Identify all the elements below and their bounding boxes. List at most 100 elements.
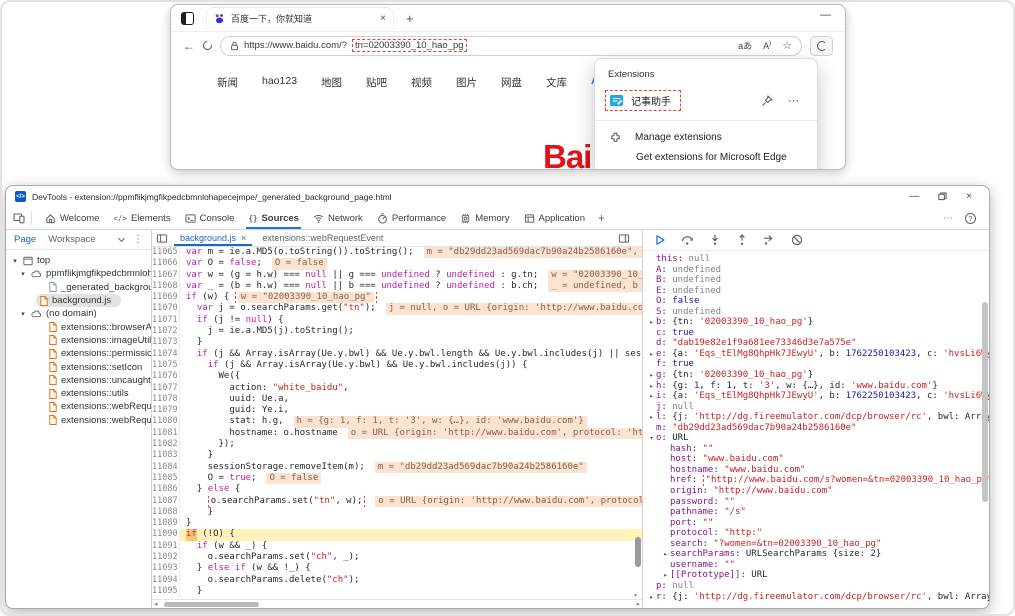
expand-icon[interactable]: ▸ [647, 412, 656, 423]
scrollbar-thumb[interactable] [164, 602, 259, 607]
expand-icon[interactable]: ▸ [661, 570, 670, 581]
tree-item-extensions-imageUtil[interactable]: extensions::imageUtil [6, 334, 151, 347]
line-number[interactable]: 11065 [152, 247, 180, 258]
nav-link-贴吧[interactable]: 贴吧 [366, 75, 387, 90]
scope-row-b[interactable]: ▸b: {tn: '02003390_10_hao_pg'} [643, 317, 989, 328]
scope-row-A[interactable]: A: undefined [643, 265, 989, 276]
line-number[interactable]: 11069 [152, 292, 180, 303]
scope-row-g[interactable]: ▸g: {tn: '02003390_10_hao_pg'} [643, 370, 989, 381]
browser-minimize-button[interactable]: — [820, 9, 831, 21]
scope-row-href[interactable]: href: "http://www.baidu.com/s?women=&tn=… [643, 475, 989, 486]
line-number[interactable]: 11086 [152, 484, 180, 495]
tree-expand-icon[interactable]: ▾ [19, 310, 27, 318]
line-number[interactable]: 11078 [152, 394, 180, 405]
scope-row-i[interactable]: ▸i: {a: 'Eqs_tElMg8QhpHk7JEwyU', b: 1762… [643, 391, 989, 402]
scope-row-l[interactable]: ▸l: {j: 'http://dg.fireemulator.com/dcp/… [643, 412, 989, 423]
line-number[interactable]: 11093 [152, 563, 180, 574]
scope-row-hostname[interactable]: hostname: "www.baidu.com" [643, 465, 989, 476]
tree-expand-icon[interactable]: ▾ [11, 257, 19, 265]
line-number[interactable]: 11079 [152, 405, 180, 416]
scope-row-E[interactable]: E: undefined [643, 286, 989, 297]
deactivate-breakpoints-icon[interactable] [791, 234, 803, 246]
url-field[interactable]: https://www.baidu.com/? tn=02003390_10_h… [220, 36, 802, 56]
expand-icon[interactable]: ▸ [661, 549, 670, 560]
line-number[interactable]: 11080 [152, 416, 180, 427]
more-tabs-button[interactable]: + [592, 211, 611, 225]
expand-icon[interactable]: ▸ [647, 592, 656, 603]
line-number[interactable]: 11073 [152, 337, 180, 348]
tree-item-background-js[interactable]: background.js [36, 294, 121, 307]
line-number[interactable]: 11066 [152, 258, 180, 269]
scope-row-username[interactable]: username: "" [643, 560, 989, 571]
devtools-restore-button[interactable] [938, 192, 947, 201]
scope-row-pathname[interactable]: pathname: "/s" [643, 507, 989, 518]
expand-icon[interactable]: ▸ [647, 370, 656, 381]
tree-item-extensions-webRequest[interactable]: extensions::webRequest [6, 400, 151, 413]
scope-row-searchParams[interactable]: ▸searchParams: URLSearchParams {size: 2} [643, 549, 989, 560]
tree-item--generated-background-[interactable]: _generated_background... [6, 281, 151, 294]
line-number[interactable]: 11089 [152, 518, 180, 529]
tree-expand-icon[interactable]: ▾ [19, 270, 27, 278]
line-number[interactable]: 11077 [152, 383, 180, 394]
scope-row-B[interactable]: B: undefined [643, 275, 989, 286]
translate-icon[interactable]: aあ [738, 39, 752, 52]
expand-icon[interactable]: ▸ [647, 349, 656, 360]
devtools-tab-welcome[interactable]: Welcome [38, 207, 106, 229]
line-number[interactable]: 11094 [152, 575, 180, 586]
line-number[interactable]: 11085 [152, 473, 180, 484]
tab-workspace[interactable]: Workspace [48, 234, 95, 245]
scope-row-S[interactable]: S: undefined [643, 307, 989, 318]
expand-icon[interactable]: ▸ [647, 317, 656, 328]
line-number[interactable]: 11082 [152, 439, 180, 450]
line-number[interactable]: 11087 [152, 496, 180, 507]
nav-link-地图[interactable]: 地图 [321, 75, 342, 90]
nav-link-hao123[interactable]: hao123 [262, 75, 297, 90]
nav-link-网盘[interactable]: 网盘 [501, 75, 522, 90]
devtools-minimize-button[interactable]: — [909, 191, 919, 202]
nav-link-图片[interactable]: 图片 [456, 75, 477, 90]
chevron-down-icon[interactable] [118, 234, 125, 241]
scope-row-c[interactable]: c: true [643, 328, 989, 339]
scope-row-m[interactable]: m: "db29dd23ad569dac7b90a24b2586160e" [643, 423, 989, 434]
favorites-star-icon[interactable]: ☆ [782, 39, 792, 52]
extension-more-icon[interactable]: ⋯ [788, 94, 799, 107]
devtools-help-icon[interactable]: ? [965, 213, 976, 224]
tree-item-ppmflikjmgfikpedcbmnloh-[interactable]: ▾ppmflikjmgfikpedcbmnloh... [6, 267, 151, 280]
line-number[interactable]: 11067 [152, 270, 180, 281]
line-number[interactable]: 11070 [152, 303, 180, 314]
nav-link-视频[interactable]: 视频 [411, 75, 432, 90]
scope-scrollbar-thumb[interactable] [982, 302, 988, 502]
device-toolbar-icon[interactable] [13, 212, 25, 224]
devtools-tab-elements[interactable]: </>Elements [106, 207, 177, 229]
scope-row-e[interactable]: ▸e: {a: 'Eqs_tElMg8QhpHk7JEwyU', b: 1762… [643, 349, 989, 360]
collapse-icon[interactable]: ▾ [647, 433, 656, 444]
line-number[interactable]: 11071 [152, 315, 180, 326]
line-number[interactable]: 11072 [152, 326, 180, 337]
tab-close-icon[interactable]: × [380, 14, 386, 24]
step-out-icon[interactable] [736, 234, 748, 246]
new-tab-button[interactable]: + [406, 12, 414, 25]
step-into-icon[interactable] [709, 234, 721, 246]
devtools-tab-console[interactable]: Console [178, 207, 242, 229]
expand-icon[interactable]: ▸ [647, 381, 656, 392]
devtools-tab-sources[interactable]: {}Sources [241, 207, 306, 229]
line-number[interactable]: 11076 [152, 371, 180, 382]
scrollbar-thumb[interactable] [635, 537, 641, 567]
tab-page[interactable]: Page [14, 234, 36, 245]
editor-vertical-scrollbar[interactable]: ▾ [633, 247, 642, 599]
devtools-tab-memory[interactable]: Memory [453, 207, 516, 229]
step-icon[interactable] [763, 234, 776, 246]
line-number[interactable]: 11084 [152, 462, 180, 473]
line-number[interactable]: 11088 [152, 507, 180, 518]
scope-row-protocol[interactable]: protocol: "http:" [643, 528, 989, 539]
nav-link-文库[interactable]: 文库 [546, 75, 567, 90]
scope-row-d[interactable]: d: "dab19e82e1f9a681ee73346d3e7a575e" [643, 338, 989, 349]
tree-item-extensions-setIcon[interactable]: extensions::setIcon [6, 360, 151, 373]
scroll-left-icon[interactable]: ◂ [154, 600, 158, 608]
kebab-menu-icon[interactable]: ⋮ [133, 234, 143, 245]
browser-tab[interactable]: 百度一下，你就知道 × [206, 7, 394, 29]
tree-item-extensions-utils[interactable]: extensions::utils [6, 387, 151, 400]
scope-row--Prototype-[interactable]: ▸[[Prototype]]: URL [643, 570, 989, 581]
read-aloud-icon[interactable]: A) [763, 41, 771, 51]
nav-link-新闻[interactable]: 新闻 [217, 75, 238, 90]
